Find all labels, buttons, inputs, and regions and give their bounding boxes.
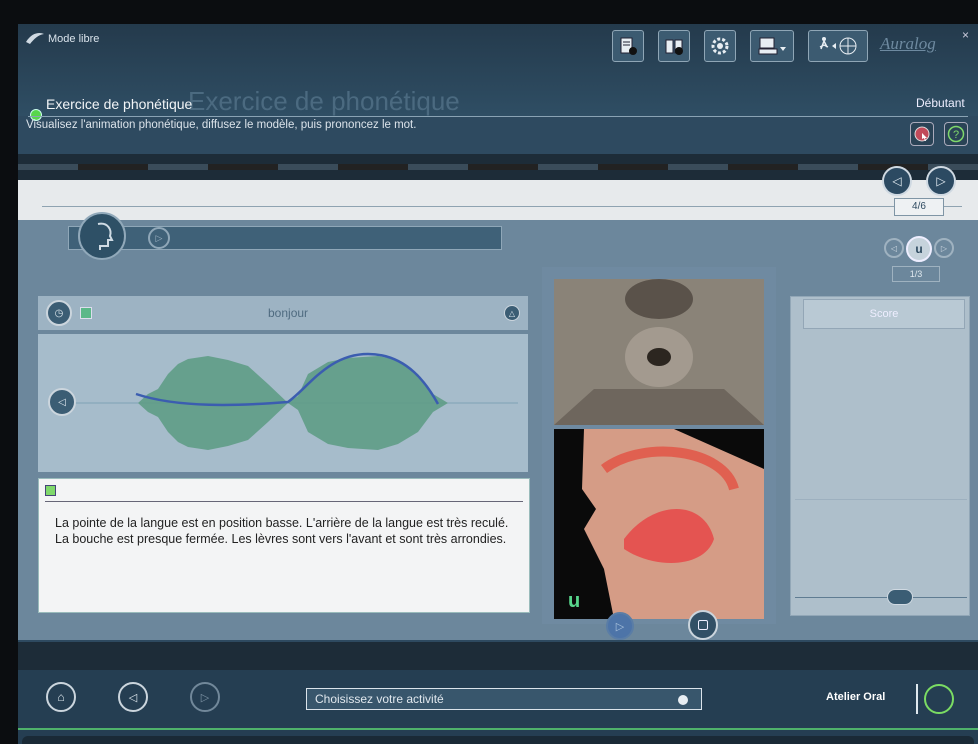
video-phoneme-label: u xyxy=(568,590,580,612)
close-icon[interactable]: × xyxy=(962,28,969,42)
exercise-title: Exercice de phonétique xyxy=(46,96,193,112)
next-exercise-button[interactable]: ▷ xyxy=(926,166,956,196)
next-phoneme-button[interactable]: ▷ xyxy=(934,238,954,258)
playback-slider[interactable] xyxy=(68,226,502,250)
stop-animation-button[interactable] xyxy=(688,610,718,640)
brand-logo: Auralog xyxy=(880,34,936,53)
bottom-panel xyxy=(22,736,974,744)
level-label: Débutant xyxy=(916,96,965,110)
face-front-view xyxy=(554,279,764,425)
previous-phoneme-button[interactable]: ◁ xyxy=(884,238,904,258)
exercise-instructions: Visualisez l'animation phonétique, diffu… xyxy=(26,119,417,131)
walk-globe-icon[interactable] xyxy=(808,30,868,62)
phoneme-nav: ◁ u ▷ xyxy=(884,236,954,262)
help-icon: ? xyxy=(947,125,965,143)
target-word: bonjour xyxy=(268,306,309,320)
svg-text:?: ? xyxy=(953,129,959,141)
waveform-graph xyxy=(58,352,518,450)
progress-bar xyxy=(18,180,978,220)
exercise-counter: 4/6 xyxy=(894,198,944,216)
note-checkbox[interactable] xyxy=(45,485,56,496)
workshop-status-ring[interactable] xyxy=(924,684,954,714)
progress-line xyxy=(42,206,962,207)
app-logo-icon xyxy=(26,32,44,44)
computer-icon[interactable] xyxy=(750,30,794,62)
workshop-label: Atelier Oral xyxy=(826,691,886,703)
play-model-button[interactable]: ▷ xyxy=(148,227,170,249)
header-divider xyxy=(28,116,968,117)
notepad-icon[interactable] xyxy=(612,30,644,62)
back-button[interactable]: ◁ xyxy=(118,682,148,712)
background-title: Exercice de phonétique xyxy=(188,86,460,116)
previous-exercise-button[interactable]: ◁ xyxy=(882,166,912,196)
help-button[interactable]: ? xyxy=(944,122,968,146)
activity-select[interactable]: Choisissez votre activité xyxy=(306,688,702,710)
score-gridline xyxy=(795,499,967,500)
score-track xyxy=(795,597,967,598)
word-checkbox[interactable] xyxy=(80,307,92,319)
play-animation-button[interactable]: ▷ xyxy=(606,612,634,640)
score-slider-handle[interactable] xyxy=(887,589,913,605)
decorative-strip-lower xyxy=(18,642,978,670)
record-button[interactable] xyxy=(910,122,934,146)
score-label: Score xyxy=(803,299,965,329)
eject-icon[interactable]: △ xyxy=(504,305,520,321)
workshop-divider xyxy=(916,684,918,714)
phoneme-badge: u xyxy=(906,236,932,262)
decorative-map xyxy=(18,164,978,170)
mode-label: Mode libre xyxy=(48,33,100,45)
mouth-profile-view: u xyxy=(554,429,764,619)
phonetic-animation-panel: u xyxy=(542,267,776,624)
app-body: Mode libre Auralog × Exercice de phonéti… xyxy=(18,24,978,744)
replay-recording-button[interactable]: ◁ xyxy=(48,388,76,416)
record-icon xyxy=(914,126,930,142)
note-divider xyxy=(45,501,523,502)
score-panel: Score xyxy=(790,296,970,616)
phoneme-description-panel: La pointe de la langue est en position b… xyxy=(38,478,530,613)
activity-select-knob[interactable] xyxy=(678,695,688,705)
waveform-area: ◁ xyxy=(38,334,528,472)
phoneme-description: La pointe de la langue est en position b… xyxy=(55,516,509,546)
speaker-icon[interactable] xyxy=(78,212,126,260)
forward-button[interactable]: ▷ xyxy=(190,682,220,712)
timer-icon[interactable]: ◷ xyxy=(46,300,72,326)
home-button[interactable]: ⌂ xyxy=(46,682,76,712)
app-window: Mode libre Auralog × Exercice de phonéti… xyxy=(0,0,978,744)
settings-icon[interactable] xyxy=(704,30,736,62)
phoneme-counter: 1/3 xyxy=(892,266,940,282)
book-icon[interactable] xyxy=(658,30,690,62)
bottom-accent-line xyxy=(18,728,978,730)
